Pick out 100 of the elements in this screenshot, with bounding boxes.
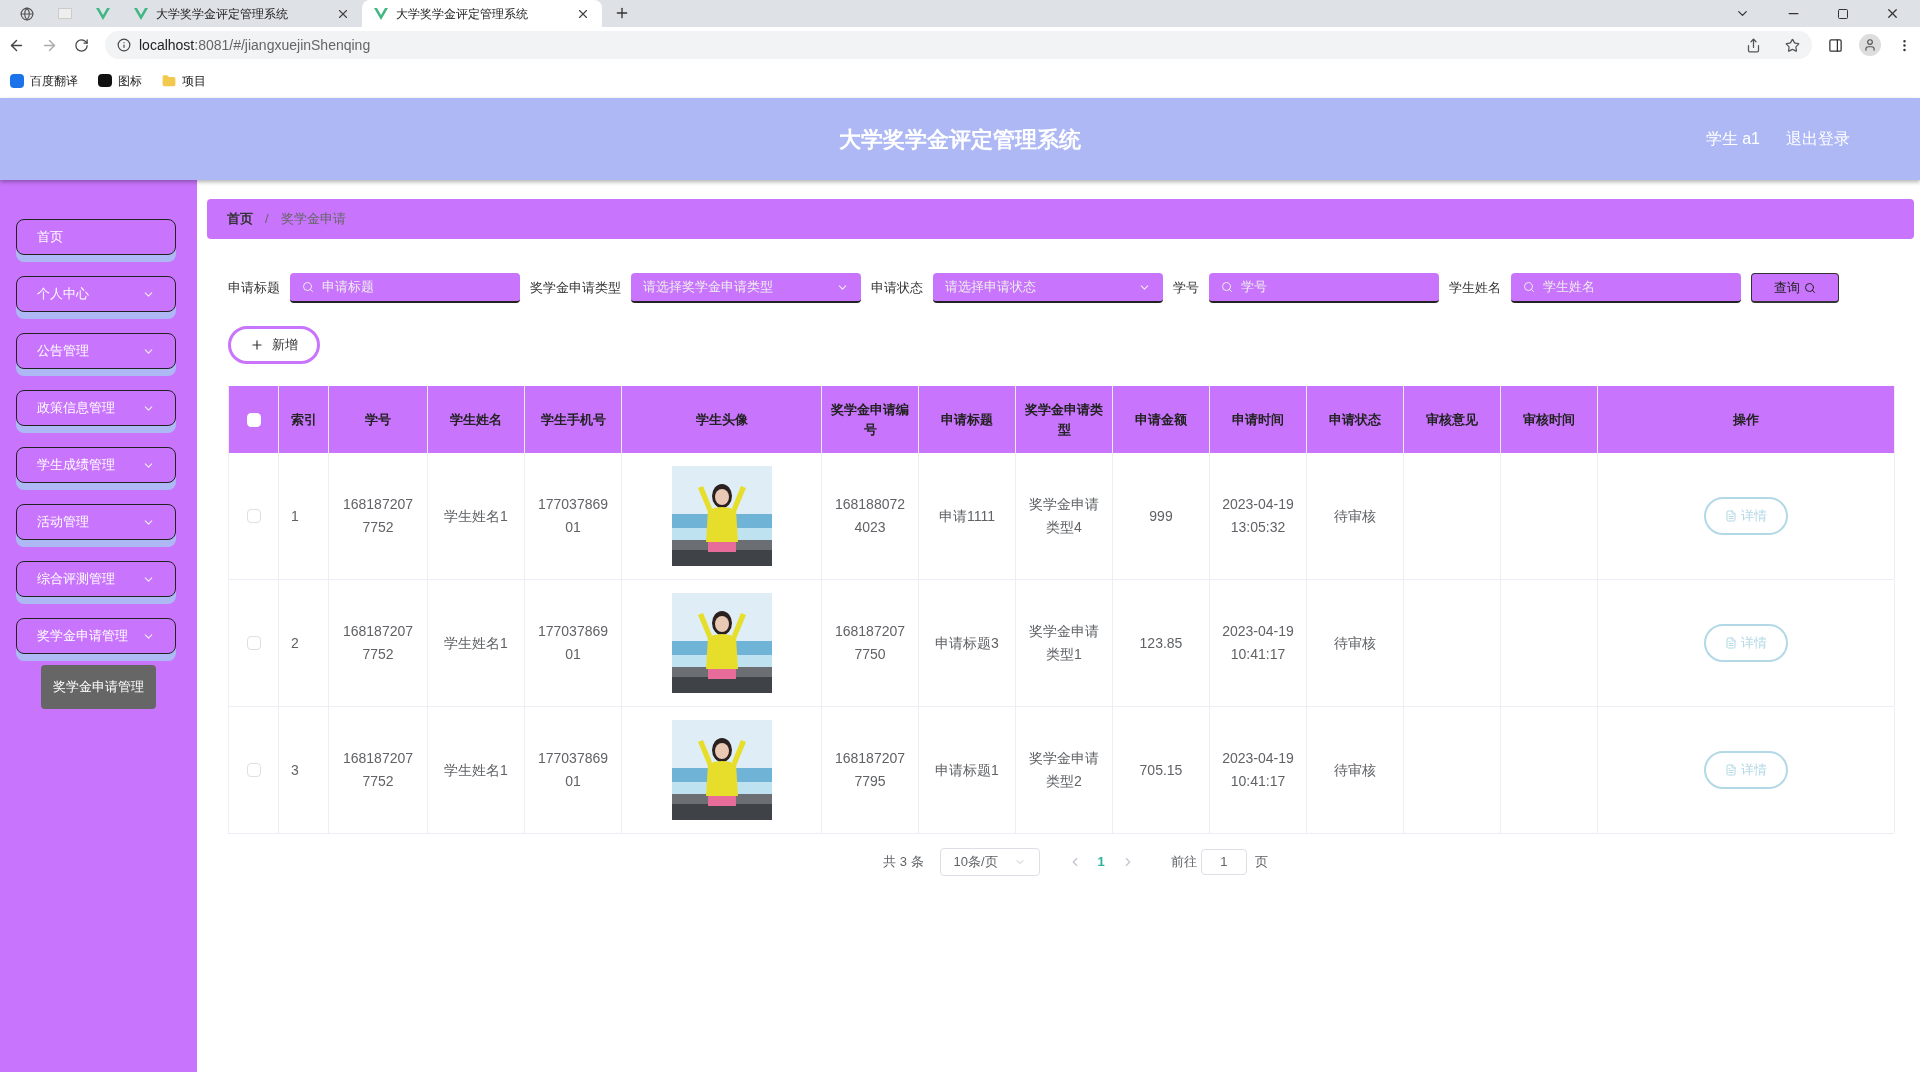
- search-icon: [1523, 281, 1535, 293]
- add-button[interactable]: 新增: [228, 326, 320, 364]
- column-header: 学生手机号: [540, 410, 606, 429]
- search-button[interactable]: 查询: [1751, 273, 1839, 303]
- column-header: 奖学金申请编号: [830, 401, 910, 439]
- table-cell-text: 123.85: [1139, 633, 1183, 653]
- share-icon[interactable]: [1746, 37, 1761, 53]
- bookmark[interactable]: 项目: [162, 71, 206, 90]
- globe-icon: [20, 6, 34, 21]
- new-tab-icon[interactable]: [614, 5, 630, 21]
- checkbox[interactable]: [246, 763, 261, 777]
- breadcrumb-link[interactable]: 首页: [227, 209, 253, 229]
- reload-icon[interactable]: [74, 37, 89, 53]
- column-header: 索引: [290, 410, 317, 429]
- column-header: 学生头像: [695, 410, 748, 429]
- table-cell-text: 学生姓名1: [444, 506, 508, 526]
- table-cell-text: 申请标题1: [935, 760, 999, 780]
- column-header: 申请金额: [1135, 410, 1187, 429]
- column-header: 奖学金申请类型: [1024, 401, 1104, 439]
- browser-tab[interactable]: 大学奖学金评定管理系统: [362, 0, 602, 27]
- search-field[interactable]: 学号: [1209, 273, 1439, 303]
- filter-label: 奖学金申请类型: [530, 279, 621, 298]
- page-input[interactable]: 1: [1200, 849, 1247, 875]
- details-button[interactable]: 详情: [1704, 751, 1788, 789]
- table-cell-text: 奖学金申请类型1: [1028, 622, 1100, 664]
- checkbox[interactable]: [246, 636, 261, 650]
- table-cell-text: 奖学金申请类型4: [1028, 495, 1100, 537]
- tooltip: 奖学金申请管理: [41, 665, 156, 709]
- column-header: 学生姓名: [450, 410, 502, 429]
- browser-tab[interactable]: 大学奖学金评定管理系统: [122, 0, 362, 27]
- user-name: 学生 a1: [1705, 129, 1760, 149]
- column-header: 申请状态: [1329, 410, 1381, 429]
- table-cell-text: 705.15: [1139, 760, 1183, 780]
- total-count: 共 3 条: [883, 853, 924, 872]
- filter-label: 学生姓名: [1449, 279, 1501, 298]
- table-cell-text: 待审核: [1334, 760, 1376, 780]
- search-field[interactable]: 申请标题: [290, 273, 520, 303]
- filter-label: 学号: [1173, 279, 1199, 298]
- page-icon: [58, 8, 72, 19]
- v-logo-icon: [134, 7, 148, 20]
- table-cell-text: 1681880724023: [834, 495, 906, 537]
- select-field[interactable]: 请选择申请状态: [933, 273, 1163, 303]
- table-cell-text: 待审核: [1334, 633, 1376, 653]
- checkbox[interactable]: [246, 509, 261, 523]
- app-title: 大学奖学金评定管理系统: [839, 125, 1081, 154]
- close-icon[interactable]: [1885, 6, 1900, 21]
- table-cell-text: 1681872077752: [341, 622, 415, 664]
- address-bar[interactable]: localhost:8081/#/jiangxuejinShenqing: [105, 31, 1812, 59]
- column-header: 申请时间: [1232, 410, 1284, 429]
- column-header: 操作: [1733, 410, 1759, 429]
- table-cell-text: 2: [291, 633, 299, 653]
- document-icon: [1725, 510, 1737, 522]
- table-cell-text: 学生姓名1: [444, 633, 508, 653]
- table-cell-text: 1681872077795: [834, 749, 906, 791]
- search-icon: [1221, 281, 1233, 293]
- restore-icon[interactable]: [1837, 7, 1849, 20]
- logout-link[interactable]: 退出登录: [1786, 127, 1850, 151]
- column-header: 申请标题: [941, 410, 993, 429]
- tab-title: 大学奖学金评定管理系统: [156, 5, 289, 23]
- table-cell-text: 3: [291, 760, 299, 780]
- folder-icon: [162, 73, 176, 88]
- filter-label: 申请状态: [871, 279, 923, 298]
- table-cell-text: 奖学金申请类型2: [1028, 749, 1100, 791]
- goto-label: 前往: [1170, 853, 1197, 872]
- table-cell-text: 17703786901: [537, 495, 609, 537]
- document-icon: [1725, 637, 1737, 649]
- table-cell-text: 1: [291, 506, 299, 526]
- table-cell-text: 1681872077750: [834, 622, 906, 664]
- plus-icon: [250, 338, 264, 352]
- tab-title: 大学奖学金评定管理系统: [396, 5, 529, 23]
- page-size-select[interactable]: 10条/页: [939, 848, 1040, 876]
- info-icon: [117, 38, 131, 52]
- table-cell-text: 申请标题3: [935, 633, 999, 653]
- table-cell-text: 1681872077752: [341, 749, 415, 791]
- v-logo-icon: [96, 7, 110, 20]
- select-field[interactable]: 请选择奖学金申请类型: [631, 273, 861, 303]
- details-button[interactable]: 详情: [1704, 497, 1788, 535]
- table-cell-text: 1681872077752: [341, 495, 415, 537]
- filter-label: 申请标题: [228, 279, 280, 298]
- details-button[interactable]: 详情: [1704, 624, 1788, 662]
- search-icon: [302, 281, 314, 293]
- table-cell-text: 2023-04-19 10:41:17: [1222, 622, 1294, 664]
- bookmark[interactable]: 百度翻译: [10, 71, 78, 90]
- table-cell-text: 2023-04-19 10:41:17: [1222, 749, 1294, 791]
- url-text: localhost:8081/#/jiangxuejinShenqing: [139, 35, 371, 55]
- table-cell-text: 17703786901: [537, 622, 609, 664]
- page-number[interactable]: 1: [1097, 852, 1105, 872]
- search-field[interactable]: 学生姓名: [1511, 273, 1741, 303]
- star-icon[interactable]: [1785, 37, 1800, 53]
- table-cell-text: 2023-04-19 13:05:32: [1222, 495, 1294, 537]
- table-cell-text: 学生姓名1: [444, 760, 508, 780]
- search-icon: [1804, 281, 1816, 294]
- side-panel-icon[interactable]: [1828, 37, 1843, 53]
- column-header: 审核时间: [1523, 410, 1575, 429]
- table-cell-text: 待审核: [1334, 506, 1376, 526]
- column-header: 学号: [365, 410, 391, 429]
- page-suffix: 页: [1254, 853, 1268, 872]
- profile-icon[interactable]: [1859, 34, 1881, 56]
- table-cell-text: 999: [1149, 506, 1173, 526]
- bookmark[interactable]: 图标: [98, 71, 142, 90]
